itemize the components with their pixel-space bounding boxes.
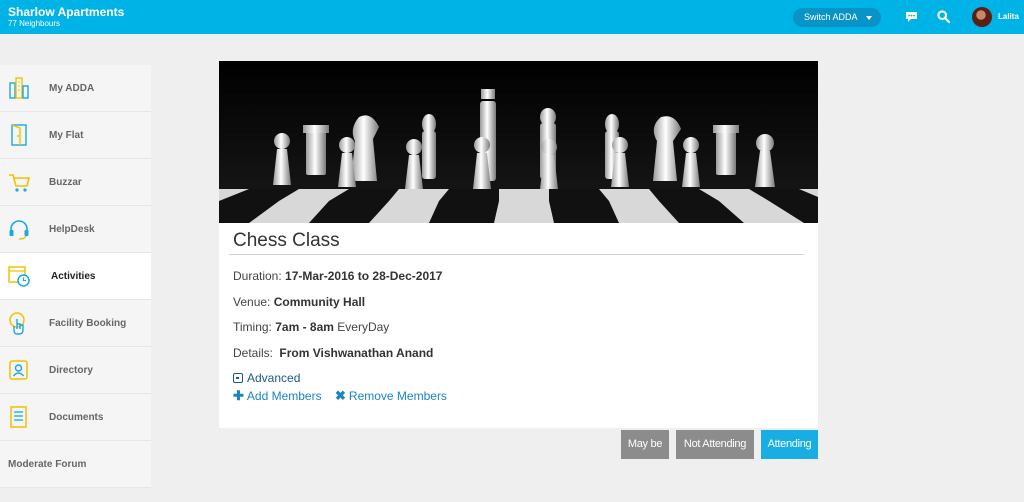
sidebar-item-label: Directory (49, 365, 93, 376)
top-bar: Sharlow Apartments 77 Neighbours Switch … (0, 0, 1024, 34)
sidebar-item-buzzar[interactable]: Buzzar (0, 159, 151, 206)
advanced-toggle[interactable]: Advanced (233, 371, 300, 385)
remove-members-link[interactable]: ✖ Remove Members (335, 388, 447, 404)
details-row: Details: From Vishwanathan Anand (233, 346, 433, 360)
search-icon[interactable] (937, 10, 950, 23)
sidebar-item-directory[interactable]: Directory (0, 347, 151, 394)
maybe-button[interactable]: May be (621, 430, 669, 459)
event-title: Chess Class (233, 230, 340, 251)
sidebar-item-label: HelpDesk (49, 224, 95, 235)
sidebar-item-label: Documents (49, 412, 104, 423)
expand-icon (233, 373, 243, 383)
sidebar-item-label: My Flat (49, 130, 84, 141)
add-members-link[interactable]: ✚ Add Members (233, 388, 322, 404)
community-brand[interactable]: Sharlow Apartments 77 Neighbours (8, 5, 124, 29)
plus-icon: ✚ (233, 388, 244, 403)
timing-row: Timing: 7am - 8am EveryDay (233, 320, 389, 334)
duration-value: 17-Mar-2016 to 28-Dec-2017 (285, 269, 443, 283)
building-icon (9, 77, 29, 99)
remove-members-label: Remove Members (348, 389, 447, 403)
venue-row: Venue: Community Hall (233, 295, 365, 309)
headset-icon (9, 220, 29, 240)
sidebar-item-documents[interactable]: Documents (0, 394, 151, 441)
attending-button[interactable]: Attending (761, 430, 818, 459)
neighbours-count[interactable]: 77 Neighbours (8, 19, 124, 29)
sidebar-item-label: Buzzar (49, 177, 82, 188)
sidebar-item-label: My ADDA (49, 83, 95, 94)
sidebar: My ADDA My Flat Buzzar HelpDesk Activiti… (0, 65, 151, 488)
sidebar-item-helpdesk[interactable]: HelpDesk (0, 206, 151, 253)
avatar[interactable] (972, 7, 992, 27)
contact-icon (9, 360, 28, 380)
sidebar-item-my-flat[interactable]: My Flat (0, 112, 151, 159)
cart-icon (9, 174, 31, 192)
caret-down-icon (866, 16, 872, 20)
not-attending-button[interactable]: Not Attending (676, 430, 754, 459)
sidebar-item-activities[interactable]: Activities (0, 253, 151, 300)
hand-touch-icon (9, 312, 25, 335)
sidebar-item-moderate-forum[interactable]: Moderate Forum (0, 441, 151, 488)
duration-label: Duration: (233, 269, 282, 283)
details-label: Details: (233, 346, 274, 360)
sidebar-item-my-adda[interactable]: My ADDA (0, 65, 151, 112)
user-name[interactable]: Lalita (998, 12, 1019, 21)
switch-adda-button[interactable]: Switch ADDA (793, 8, 881, 27)
door-icon (11, 124, 27, 146)
close-icon: ✖ (335, 388, 346, 403)
title-divider (229, 254, 804, 255)
event-banner-image (219, 61, 818, 223)
event-card: Chess Class Duration: 17-Mar-2016 to 28-… (219, 61, 818, 428)
switch-adda-label: Switch ADDA (804, 12, 858, 22)
timing-value: 7am - 8am (275, 320, 334, 334)
document-icon (10, 406, 27, 428)
duration-row: Duration: 17-Mar-2016 to 28-Dec-2017 (233, 269, 442, 283)
add-members-label: Add Members (246, 389, 322, 403)
advanced-label: Advanced (247, 371, 301, 385)
sidebar-item-label: Activities (51, 271, 96, 282)
venue-value: Community Hall (273, 295, 366, 309)
timing-suffix: EveryDay (337, 320, 390, 334)
calendar-clock-icon (8, 266, 30, 287)
chat-icon[interactable] (905, 11, 918, 23)
timing-label: Timing: (233, 320, 272, 334)
sidebar-item-label: Moderate Forum (8, 459, 87, 470)
community-name[interactable]: Sharlow Apartments (8, 5, 124, 19)
sidebar-item-label: Facility Booking (49, 318, 127, 329)
details-value: From Vishwanathan Anand (279, 346, 434, 360)
sidebar-item-facility-booking[interactable]: Facility Booking (0, 300, 151, 347)
venue-label: Venue: (233, 295, 271, 309)
